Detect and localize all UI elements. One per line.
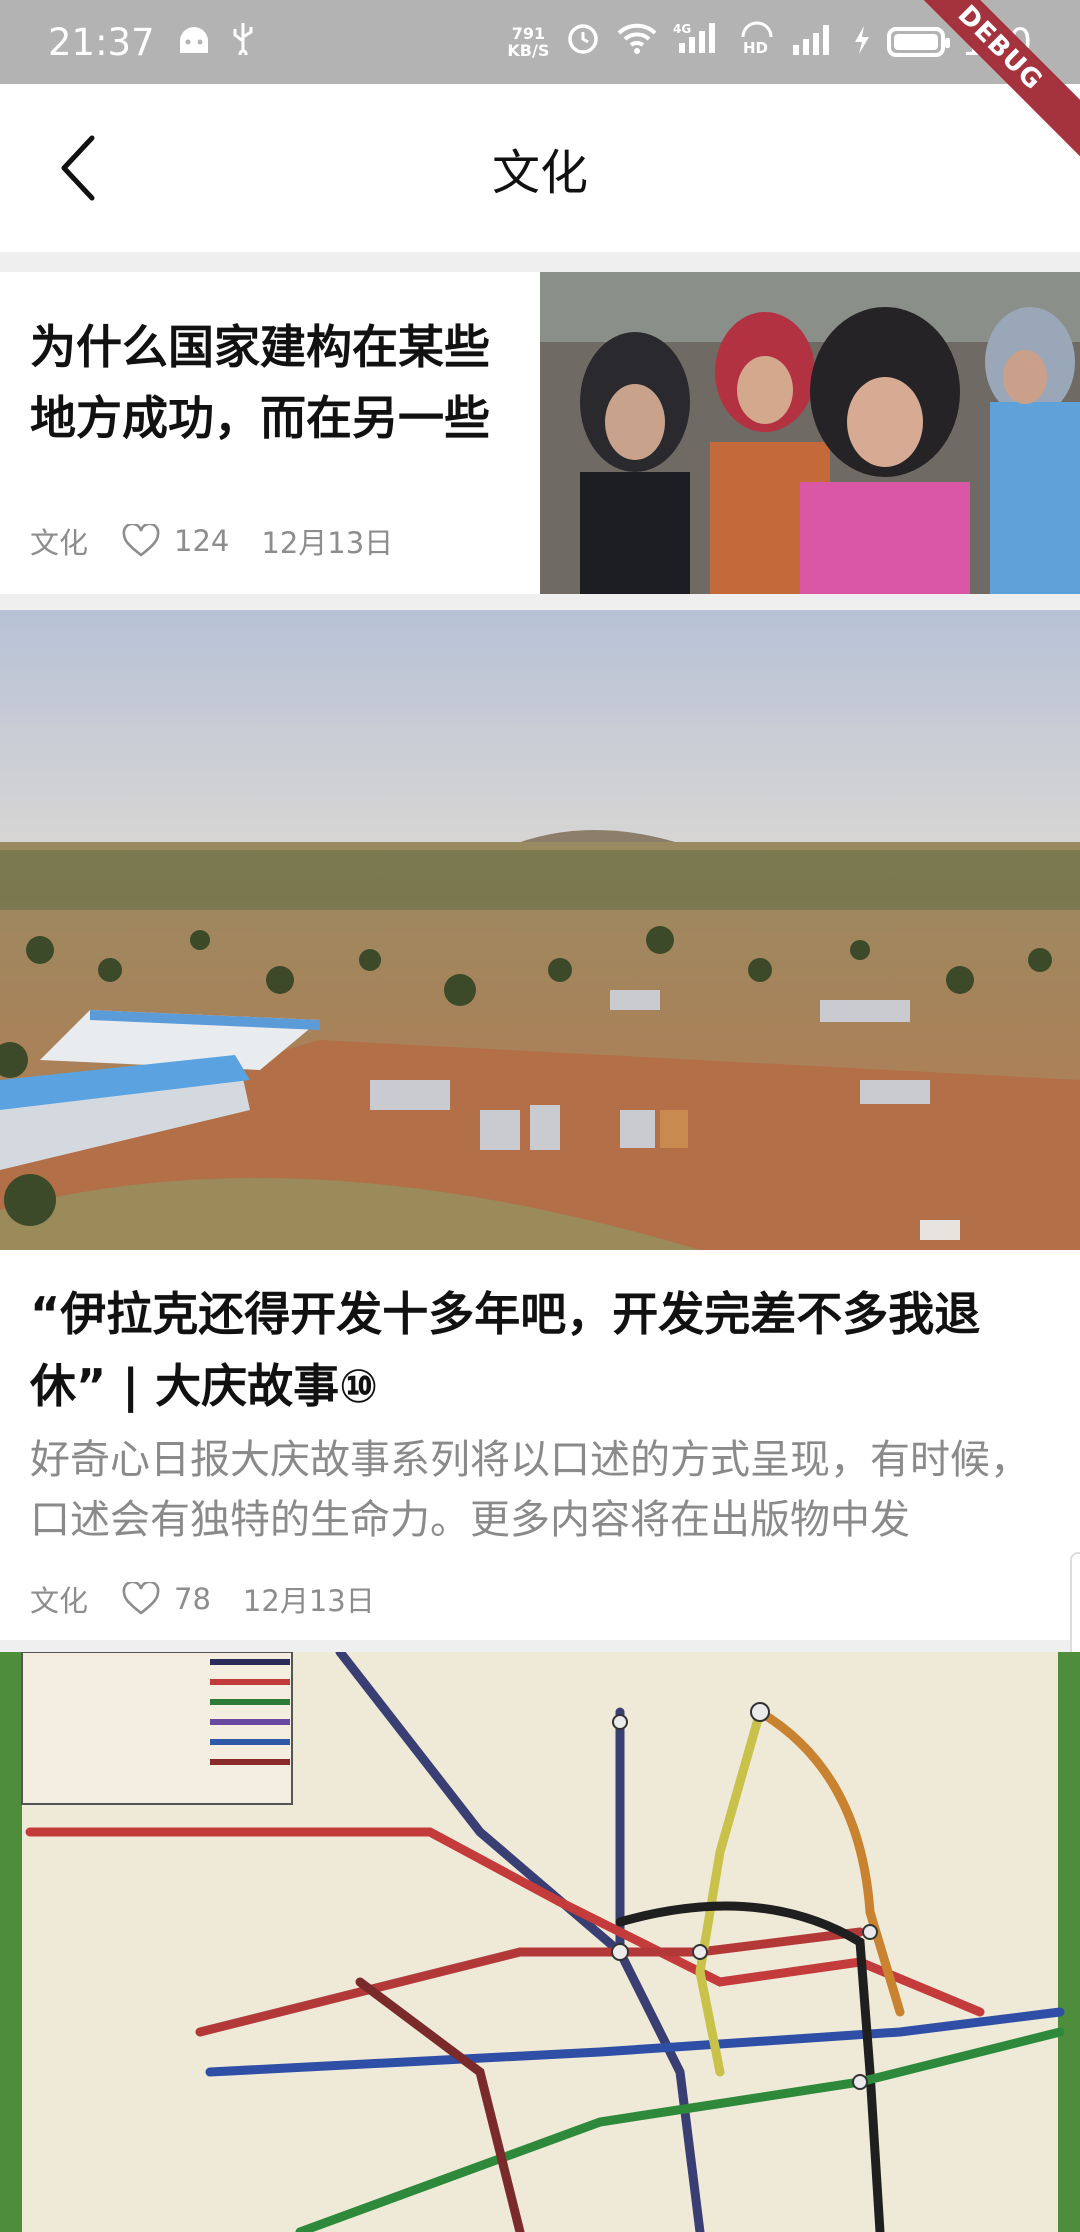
net-speed-value: 791 [511,24,546,43]
status-time: 21:37 [48,20,155,64]
usb-icon [231,21,255,64]
net-speed-unit: KB/S [507,41,550,60]
svg-text:4G: 4G [673,22,691,36]
article-title: 为什么国家建构在某些地方成功，而在另一些 [30,320,490,445]
signal-icon [791,21,837,64]
heart-outline-icon[interactable] [122,524,160,558]
article-date: 12月13日 [261,526,394,560]
like-count: 78 [174,1582,211,1616]
article-hero-image[interactable] [0,1652,1080,2232]
battery-icon [887,27,951,57]
article-thumbnail[interactable] [540,272,1080,594]
hd-icon: HD [739,21,775,64]
net-speed: 791 KB/S [507,25,549,59]
article-category: 文化 [30,1584,89,1618]
article-title: “伊拉克还得开发十多年吧，开发完差不多我退休” | 大庆故事⑩ [30,1287,981,1413]
alarm-icon [565,20,601,65]
article-summary: 好奇心日报大庆故事系列将以口述的方式呈现，有时候，口述会有独特的生命力。更多内容… [30,1437,1030,1543]
status-bar: 21:37 791 KB/S 4G HD 100 [0,0,1080,84]
signal-4g-icon: 4G [673,21,723,64]
article-hero-image[interactable] [0,610,1080,1250]
charging-icon [853,21,871,64]
article-date: 12月13日 [242,1584,375,1618]
android-icon [177,21,211,64]
svg-text:HD: HD [743,39,768,55]
article-meta: 文化 78 12月13日 [30,1578,375,1620]
like-count: 124 [174,524,230,558]
article-card[interactable]: “伊拉克还得开发十多年吧，开发完差不多我退休” | 大庆故事⑩ 好奇心日报大庆故… [0,610,1080,1640]
back-button[interactable] [48,128,108,208]
page-title: 文化 [491,145,588,201]
article-card[interactable]: 为什么国家建构在某些地方成功，而在另一些 文化 124 12月13日 [0,272,1080,594]
wifi-icon [617,21,657,64]
article-category: 文化 [30,526,89,560]
heart-outline-icon[interactable] [122,1582,160,1616]
article-card[interactable] [0,1652,1080,2232]
app-bar: 文化 [0,84,1080,252]
status-left-icons [177,21,255,64]
article-meta: 文化 124 12月13日 [30,520,393,562]
chevron-left-icon [61,135,95,201]
